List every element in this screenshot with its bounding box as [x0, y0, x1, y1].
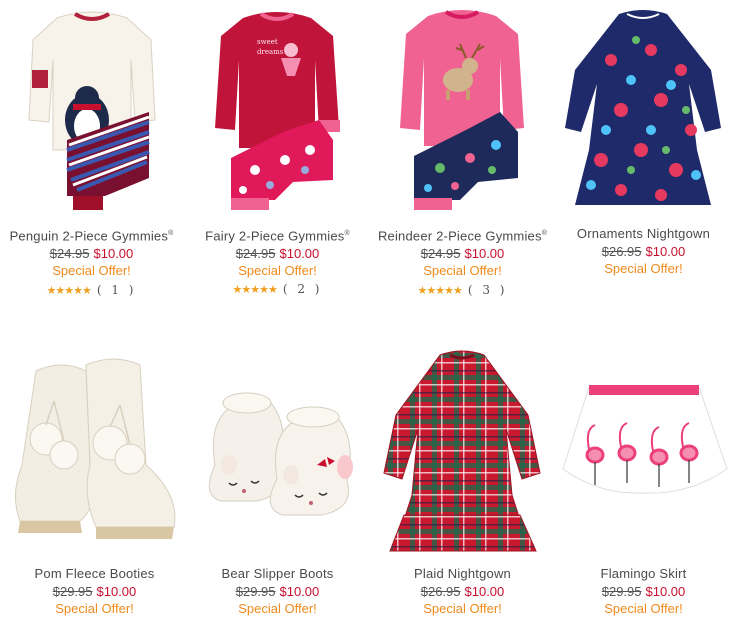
review-count[interactable]: ( 3 )	[468, 283, 508, 297]
sale-price: $10.00	[279, 246, 320, 262]
star-rating-icon: ★★★★★	[232, 284, 278, 297]
product-card[interactable]: Penguin 2-Piece Gymmies® $24.95 $10.00 Sp…	[0, 0, 183, 301]
special-offer-label[interactable]: Special Offer!	[186, 600, 369, 617]
price-row: $29.95 $10.00	[552, 583, 735, 600]
review-count[interactable]: ( 2 )	[283, 282, 323, 296]
fairy-pajamas-image[interactable]: sweet dreams	[215, 0, 340, 215]
product-grid: Penguin 2-Piece Gymmies® $24.95 $10.00 Sp…	[0, 0, 735, 622]
registered-mark: ®	[168, 230, 174, 237]
price-row: $26.95 $10.00	[371, 583, 554, 600]
price-row: $24.95 $10.00	[0, 245, 183, 262]
product-card[interactable]: Flamingo Skirt $29.95 $10.00 Special Offe…	[552, 345, 735, 617]
price-row: $24.95 $10.00	[186, 245, 369, 262]
registered-mark: ®	[344, 230, 350, 237]
rating-row[interactable]: ★★★★★ ( 2 )	[186, 279, 369, 300]
original-price: $24.95	[420, 246, 461, 262]
original-price: $29.95	[52, 584, 93, 599]
review-count[interactable]: ( 1 )	[97, 283, 137, 297]
bear-slippers-image[interactable]	[195, 345, 360, 555]
sale-price: $10.00	[645, 584, 686, 599]
sale-price: $10.00	[645, 244, 686, 259]
product-name[interactable]: Penguin 2-Piece Gymmies®	[0, 225, 183, 245]
product-title[interactable]: Fairy 2-Piece Gymmies	[205, 228, 344, 243]
penguin-pajamas-image[interactable]	[27, 0, 157, 215]
product-name[interactable]: Reindeer 2-Piece Gymmies®	[371, 225, 554, 245]
original-price: $29.95	[235, 584, 276, 599]
product-card[interactable]: Ornaments Nightgown $26.95 $10.00 Special…	[552, 0, 735, 277]
special-offer-label[interactable]: Special Offer!	[186, 262, 369, 279]
product-name[interactable]: Pom Fleece Booties	[3, 565, 186, 583]
sale-price: $10.00	[96, 584, 137, 599]
product-name[interactable]: Ornaments Nightgown	[552, 225, 735, 243]
product-name-line[interactable]: Penguin 2-Piece Gymmies®	[0, 225, 183, 245]
product-name[interactable]: Bear Slipper Boots	[186, 565, 369, 583]
svg-text:sweet: sweet	[257, 38, 278, 46]
ornaments-nightgown-image[interactable]	[561, 0, 726, 215]
price-row: $26.95 $10.00	[552, 243, 735, 260]
product-title[interactable]: Penguin 2-Piece Gymmies	[10, 228, 169, 243]
sale-price: $10.00	[464, 246, 505, 262]
svg-text:dreams: dreams	[257, 48, 284, 56]
product-card[interactable]: sweet dreams Fairy 2-Piece Gymmies® $24.…	[186, 0, 369, 300]
rating-row[interactable]: ★★★★★ ( 1 )	[0, 280, 183, 301]
special-offer-label[interactable]: Special Offer!	[3, 600, 186, 617]
original-price: $26.95	[420, 584, 461, 599]
original-price: $24.95	[235, 246, 276, 262]
product-name[interactable]: Flamingo Skirt	[552, 565, 735, 583]
sale-price: $10.00	[464, 584, 505, 599]
price-row: $24.95 $10.00	[371, 245, 554, 262]
special-offer-label[interactable]: Special Offer!	[371, 600, 554, 617]
reindeer-pajamas-image[interactable]	[400, 0, 525, 215]
price-row: $29.95 $10.00	[186, 583, 369, 600]
product-card[interactable]: Pom Fleece Booties $29.95 $10.00 Special …	[3, 345, 186, 617]
pom-booties-image[interactable]	[10, 345, 180, 555]
product-card[interactable]: Bear Slipper Boots $29.95 $10.00 Special …	[186, 345, 369, 617]
sale-price: $10.00	[279, 584, 320, 599]
original-price: $26.95	[601, 244, 642, 259]
registered-mark: ®	[541, 230, 548, 237]
flamingo-skirt-image[interactable]	[559, 345, 729, 555]
original-price: $29.95	[601, 584, 642, 599]
special-offer-label[interactable]: Special Offer!	[371, 262, 554, 279]
product-card[interactable]: Reindeer 2-Piece Gymmies® $24.95 $10.00 S…	[371, 0, 554, 301]
product-title[interactable]: Reindeer 2-Piece Gymmies	[378, 228, 542, 243]
price-row: $29.95 $10.00	[3, 583, 186, 600]
star-rating-icon: ★★★★★	[46, 285, 92, 298]
original-price: $24.95	[49, 246, 90, 262]
plaid-nightgown-image[interactable]	[380, 345, 545, 555]
star-rating-icon: ★★★★★	[417, 285, 463, 298]
rating-row[interactable]: ★★★★★ ( 3 )	[371, 280, 554, 301]
sale-price: $10.00	[93, 246, 134, 262]
special-offer-label[interactable]: Special Offer!	[552, 600, 735, 617]
special-offer-label[interactable]: Special Offer!	[0, 262, 183, 279]
special-offer-label[interactable]: Special Offer!	[552, 260, 735, 277]
product-name[interactable]: Fairy 2-Piece Gymmies®	[186, 225, 369, 245]
product-card[interactable]: Plaid Nightgown $26.95 $10.00 Special Off…	[371, 345, 554, 617]
product-name[interactable]: Plaid Nightgown	[371, 565, 554, 583]
